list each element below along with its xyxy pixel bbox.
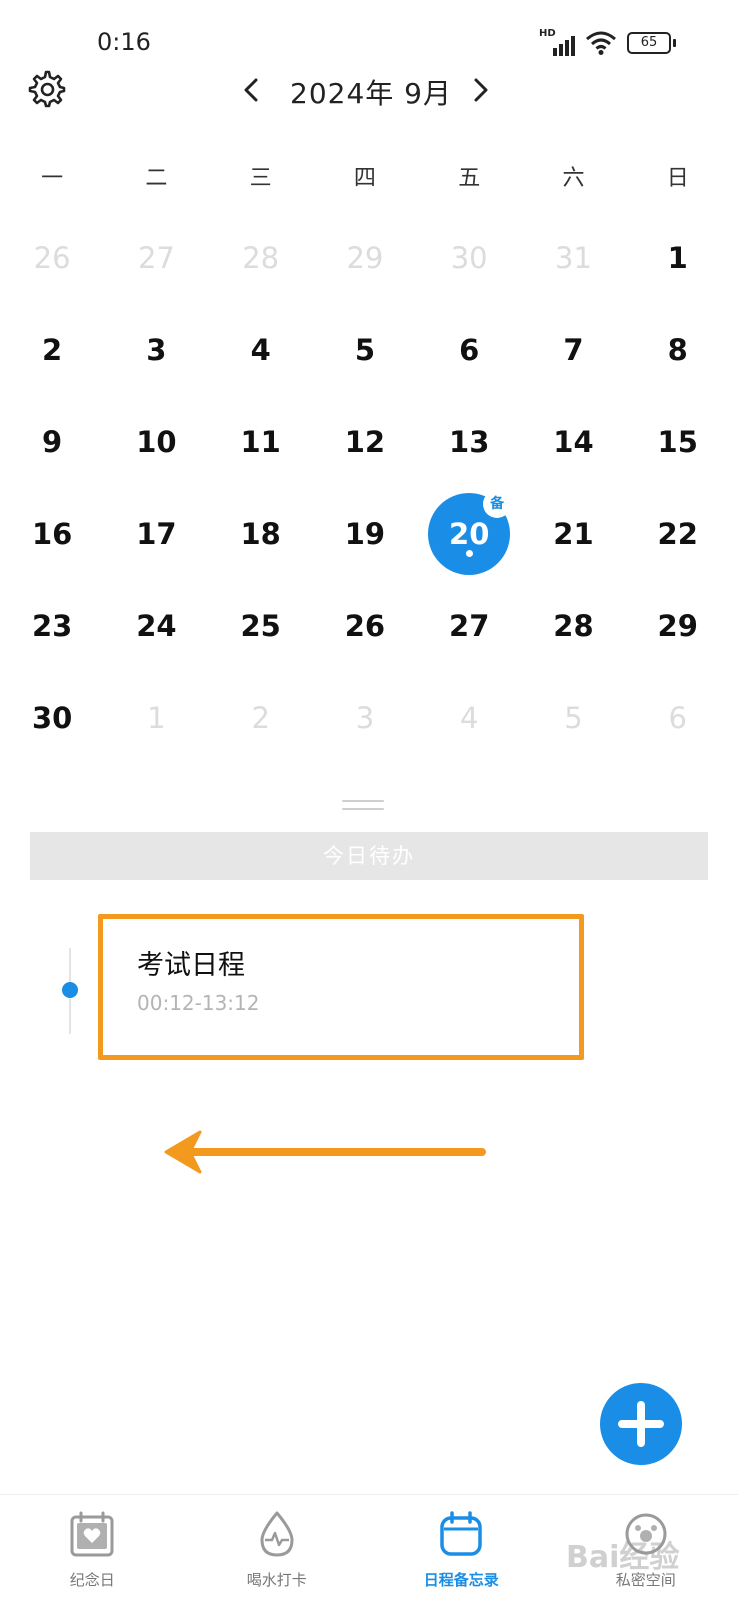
week-row: 2 3 4 5 6 7 8 — [0, 304, 738, 396]
calendar-day-prev-month[interactable]: 27 — [104, 212, 208, 304]
tab-water[interactable]: 喝水打卡 — [185, 1495, 370, 1600]
calendar-day[interactable]: 4 — [209, 304, 313, 396]
cell-signal-icon: HD — [539, 28, 575, 56]
water-drop-icon — [260, 1511, 294, 1557]
today-todo-header: 今日待办 — [30, 832, 708, 880]
watermark: Bai经验 — [566, 1540, 680, 1575]
battery-icon: 65 — [627, 32, 676, 54]
calendar-day[interactable]: 23 — [0, 580, 104, 672]
calendar-day-prev-month[interactable]: 28 — [209, 212, 313, 304]
calendar-day[interactable]: 16 — [0, 488, 104, 580]
week-row: 16 17 18 19 20 备 21 22 — [0, 488, 738, 580]
calendar-day[interactable]: 18 — [209, 488, 313, 580]
calendar-day-prev-month[interactable]: 31 — [521, 212, 625, 304]
drag-handle[interactable] — [342, 800, 384, 812]
calendar-day[interactable]: 12 — [313, 396, 417, 488]
calendar-day[interactable]: 26 — [313, 580, 417, 672]
month-navigation: 2024年 9月 — [0, 66, 738, 114]
next-month-chevron-icon[interactable] — [460, 70, 500, 110]
tab-label: 喝水打卡 — [246, 1571, 307, 1589]
weekday-label: 四 — [353, 166, 376, 191]
prev-month-chevron-icon[interactable] — [232, 70, 272, 110]
calendar-day-prev-month[interactable]: 26 — [0, 212, 104, 304]
calendar-day-next-month[interactable]: 6 — [626, 672, 730, 764]
calendar-day[interactable]: 9 — [0, 396, 104, 488]
calendar-day[interactable]: 1 — [626, 212, 730, 304]
calendar-heart-icon — [70, 1511, 114, 1557]
weekday-header: 一 二 三 四 五 六 日 — [0, 160, 738, 192]
week-row: 30 1 2 3 4 5 6 — [0, 672, 738, 764]
wifi-icon — [586, 31, 616, 55]
weekday-label: 日 — [666, 166, 689, 191]
calendar-day[interactable]: 14 — [521, 396, 625, 488]
schedule-calendar-icon — [440, 1511, 482, 1556]
calendar-day[interactable]: 3 — [104, 304, 208, 396]
calendar-day[interactable]: 28 — [521, 580, 625, 672]
weekday-label: 三 — [249, 166, 272, 191]
swipe-left-arrow-icon — [164, 1130, 486, 1174]
tab-label: 纪念日 — [69, 1571, 115, 1589]
month-title: 2024年 9月 — [290, 77, 452, 110]
calendar-day[interactable]: 29 — [626, 580, 730, 672]
week-row: 26 27 28 29 30 31 1 — [0, 212, 738, 304]
calendar-day[interactable]: 7 — [521, 304, 625, 396]
calendar-day[interactable]: 8 — [626, 304, 730, 396]
calendar-day-next-month[interactable]: 3 — [313, 672, 417, 764]
plus-icon — [618, 1401, 664, 1447]
event-indicator-dot — [465, 550, 473, 557]
calendar-day-selected[interactable]: 20 备 — [417, 488, 521, 580]
calendar-day[interactable]: 17 — [104, 488, 208, 580]
calendar-day-next-month[interactable]: 1 — [104, 672, 208, 764]
calendar-grid: 26 27 28 29 30 31 1 2 3 4 5 6 7 8 9 10 1… — [0, 212, 738, 764]
selected-day-number: 20 — [449, 517, 490, 551]
event-title: 考试日程 — [137, 950, 245, 981]
app-screen: 0:16 HD 65 2024年 9月 一 二 三 四 五 六 日 26 27 … — [0, 0, 738, 1600]
week-row: 23 24 25 26 27 28 29 — [0, 580, 738, 672]
week-row: 9 10 11 12 13 14 15 — [0, 396, 738, 488]
weekday-label: 六 — [562, 166, 585, 191]
calendar-day[interactable]: 25 — [209, 580, 313, 672]
calendar-day[interactable]: 5 — [313, 304, 417, 396]
status-time: 0:16 — [97, 28, 151, 56]
calendar-day[interactable]: 22 — [626, 488, 730, 580]
calendar-day[interactable]: 15 — [626, 396, 730, 488]
calendar-day[interactable]: 13 — [417, 396, 521, 488]
calendar-day[interactable]: 30 — [0, 672, 104, 764]
battery-level: 65 — [627, 32, 671, 54]
calendar-day-next-month[interactable]: 2 — [209, 672, 313, 764]
timeline-dot — [62, 982, 78, 998]
weekday-label: 一 — [41, 166, 64, 191]
calendar-day-next-month[interactable]: 5 — [521, 672, 625, 764]
calendar-day[interactable]: 10 — [104, 396, 208, 488]
tab-label: 日程备忘录 — [423, 1571, 499, 1589]
event-time: 00:12-13:12 — [137, 991, 260, 1015]
calendar-day[interactable]: 21 — [521, 488, 625, 580]
calendar-day[interactable]: 6 — [417, 304, 521, 396]
tab-anniversary[interactable]: 纪念日 — [0, 1495, 185, 1600]
status-icons: HD 65 — [539, 28, 676, 56]
calendar-day-next-month[interactable]: 4 — [417, 672, 521, 764]
event-card[interactable]: 考试日程 00:12-13:12 — [98, 914, 584, 1060]
weekday-label: 五 — [458, 166, 481, 191]
add-event-button[interactable] — [600, 1383, 682, 1465]
calendar-day-prev-month[interactable]: 30 — [417, 212, 521, 304]
memo-badge: 备 — [483, 490, 512, 518]
calendar-day[interactable]: 2 — [0, 304, 104, 396]
calendar-day[interactable]: 19 — [313, 488, 417, 580]
calendar-day[interactable]: 24 — [104, 580, 208, 672]
weekday-label: 二 — [145, 166, 168, 191]
calendar-day[interactable]: 11 — [209, 396, 313, 488]
tab-schedule[interactable]: 日程备忘录 — [369, 1495, 554, 1600]
calendar-day[interactable]: 27 — [417, 580, 521, 672]
calendar-day-prev-month[interactable]: 29 — [313, 212, 417, 304]
